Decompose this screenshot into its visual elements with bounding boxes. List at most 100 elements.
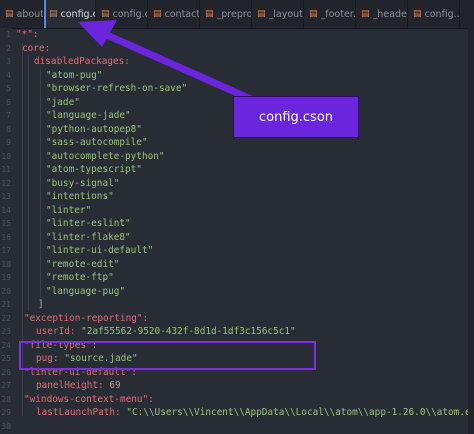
line-number: 11 xyxy=(1,165,11,174)
package-string: "python-autopep8" xyxy=(46,123,142,135)
code-line: "autocomplete-python" xyxy=(46,150,165,164)
package-string: "remote-edit" xyxy=(46,258,120,270)
code-line: disabledPackages: xyxy=(34,55,130,69)
tab-label: _footer... xyxy=(320,8,355,20)
code-line: ] xyxy=(38,298,44,312)
tab-label: _prepros... xyxy=(216,8,251,20)
code-key: core: xyxy=(22,42,51,54)
line-number: 2 xyxy=(6,43,11,53)
html-file-icon: ▤ xyxy=(257,9,266,19)
package-string: "sass-autocompile" xyxy=(46,137,148,148)
line-number: 3 xyxy=(6,57,11,66)
code-line: "exception-reporting": xyxy=(24,312,148,326)
code-line: "atom-typescript" xyxy=(46,163,142,177)
line-number: 4 xyxy=(6,70,11,80)
line-number: 22 xyxy=(1,313,11,323)
tab-footer[interactable]: ▤ _footer... xyxy=(304,0,356,28)
line-number: 16 xyxy=(1,232,11,242)
line-number: 21 xyxy=(1,300,11,309)
code-line: "sass-autocompile" xyxy=(46,136,148,150)
package-string: "linter-flake8" xyxy=(46,231,131,243)
line-number: 15 xyxy=(1,219,11,228)
html-file-icon: ▤ xyxy=(361,9,370,19)
annotation-callout: config.cson xyxy=(233,96,359,138)
line-number: 12 xyxy=(1,178,11,188)
tab-label: config.c... xyxy=(60,8,95,20)
line-number: 6 xyxy=(6,97,11,107)
code-line: userId: "2af55562-9520-432f-8d1d-1df3c15… xyxy=(36,325,296,339)
file-icon: ▤ xyxy=(49,9,58,19)
code-line: "atom-pug" xyxy=(46,69,102,83)
code-line: "jade" xyxy=(46,96,80,110)
code-key: disabledPackages: xyxy=(34,56,130,67)
package-string: "autocomplete-python" xyxy=(46,150,165,162)
tab-prepros[interactable]: ▤ _prepros... xyxy=(200,0,252,28)
code-line: panelHeight: 69 xyxy=(36,379,121,393)
code-line: "windows-context-menu": xyxy=(24,393,154,407)
code-string: "C:\\Users\\Vincent\\AppData\\Local\\ato… xyxy=(126,407,474,418)
line-number-gutter: 1 2 3 4 5 6 7 8 9 10 11 12 13 14 15 16 17 18 19 20 21 22 23 24 2… xyxy=(0,28,12,434)
code-key: "*": xyxy=(16,29,39,40)
code-line: "busy-signal" xyxy=(46,177,119,191)
html-file-icon: ▤ xyxy=(309,9,318,19)
code-line: lastLaunchPath: "C:\\Users\\Vincent\\App… xyxy=(36,406,474,420)
tab-label: contact... xyxy=(164,8,199,20)
code-key: userId: xyxy=(36,326,76,337)
code-key: "windows-context-menu": xyxy=(24,393,154,405)
tab-config-3[interactable]: ▤ config... xyxy=(408,0,460,28)
html-file-icon: ▤ xyxy=(413,9,422,19)
code-line: "remote-edit" xyxy=(46,258,119,272)
line-number: 18 xyxy=(1,259,11,269)
tab-label: config... xyxy=(424,8,459,20)
code-number: 69 xyxy=(109,380,121,391)
tab-label: _header... xyxy=(372,8,407,20)
line-number: 24 xyxy=(1,340,11,350)
html-file-icon: ▤ xyxy=(153,9,162,19)
code-line: "intentions" xyxy=(46,190,114,204)
tab-config-active[interactable]: ▤ config.c... xyxy=(44,0,96,28)
line-number: 10 xyxy=(1,151,11,161)
tab-header[interactable]: ▤ _header... xyxy=(356,0,408,28)
indent-guide xyxy=(40,69,41,298)
package-string: "language-jade" xyxy=(46,110,131,121)
tab-label: config.c... xyxy=(112,8,147,20)
line-number: 7 xyxy=(6,111,11,120)
line-number: 5 xyxy=(6,84,11,93)
package-string: "linter-eslint" xyxy=(46,218,131,229)
html-file-icon: ▤ xyxy=(205,9,214,19)
tab-about[interactable]: ▤ about.p... xyxy=(0,0,44,28)
tab-contact[interactable]: ▤ contact... xyxy=(148,0,200,28)
code-line: "linter-flake8" xyxy=(46,231,131,245)
tab-label: _layout... xyxy=(268,8,303,20)
line-number: 23 xyxy=(1,327,11,336)
line-number: 25 xyxy=(1,354,11,363)
package-string: "browser-refresh-on-save" xyxy=(46,83,188,94)
code-line: "linter" xyxy=(46,204,91,218)
package-string: "jade" xyxy=(46,96,80,108)
tab-bar: ▤ about.p... ▤ config.c... ▤ config.c...… xyxy=(0,0,474,29)
line-number: 14 xyxy=(1,205,11,215)
package-string: "linter-ui-default" xyxy=(46,245,154,256)
code-line: "language-pug" xyxy=(46,285,125,299)
code-string: "2af55562-9520-432f-8d1d-1df3c156c5c1" xyxy=(81,326,296,337)
line-number: 9 xyxy=(6,138,11,147)
line-number: 17 xyxy=(1,246,11,255)
tab-layout[interactable]: ▤ _layout... xyxy=(252,0,304,28)
annotation-label: config.cson xyxy=(258,109,334,125)
package-string: "linter" xyxy=(46,204,92,216)
file-types-highlight xyxy=(19,341,316,370)
tab-config-2[interactable]: ▤ config.c... xyxy=(96,0,148,28)
code-editor[interactable]: 1 2 3 4 5 6 7 8 9 10 11 12 13 14 15 16 17 18 19 20 21 22 23 24 2… xyxy=(0,28,474,434)
package-string: "atom-typescript" xyxy=(46,164,142,175)
scrollbar-track[interactable] xyxy=(468,28,474,434)
code-line: "linter-ui-default" xyxy=(46,244,153,258)
package-string: "intentions" xyxy=(46,191,114,202)
code-line: core: xyxy=(22,42,50,56)
code-line: "remote-ftp" xyxy=(46,271,114,285)
line-number: 1 xyxy=(6,30,11,39)
package-string: "remote-ftp" xyxy=(46,272,114,283)
code-line: "*": xyxy=(16,28,39,42)
line-number: 29 xyxy=(1,408,11,417)
code-key: lastLaunchPath: xyxy=(36,407,121,418)
code-line: "browser-refresh-on-save" xyxy=(46,82,187,96)
